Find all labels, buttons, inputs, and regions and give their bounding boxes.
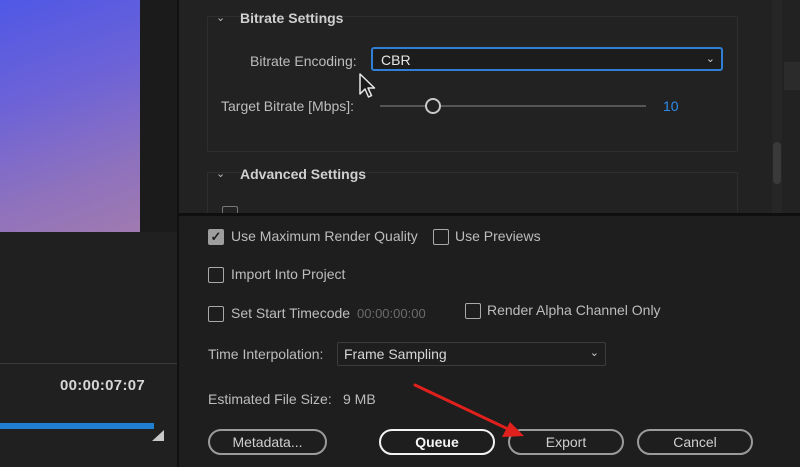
start-timecode-field: 00:00:00:00 [357, 306, 426, 321]
metadata-button[interactable]: Metadata... [208, 429, 327, 455]
bitrate-settings-group [207, 16, 738, 152]
import-into-project-label[interactable]: Import Into Project [231, 266, 345, 282]
target-bitrate-value[interactable]: 10 [663, 98, 679, 114]
use-max-render-quality-label[interactable]: Use Maximum Render Quality [231, 228, 418, 244]
bitrate-encoding-value: CBR [381, 52, 411, 68]
scrollbar-thumb[interactable] [773, 142, 781, 184]
time-interpolation-select[interactable]: Frame Sampling ⌄ [337, 342, 606, 366]
bitrate-settings-heading[interactable]: Bitrate Settings [240, 10, 343, 26]
video-preview [0, 0, 140, 232]
bitrate-encoding-label: Bitrate Encoding: [250, 53, 357, 69]
time-interpolation-label: Time Interpolation: [208, 346, 324, 362]
chevron-down-icon[interactable]: ⌄ [216, 11, 225, 24]
chevron-down-icon[interactable]: ⌄ [216, 167, 225, 180]
render-alpha-only-checkbox[interactable] [465, 303, 481, 319]
advanced-settings-heading[interactable]: Advanced Settings [240, 166, 366, 182]
current-timecode: 00:00:07:07 [60, 377, 146, 394]
mouse-cursor-icon [359, 73, 376, 98]
use-previews-checkbox[interactable] [433, 229, 449, 245]
panel-edge [784, 62, 800, 90]
target-bitrate-label: Target Bitrate [Mbps]: [221, 98, 355, 114]
divider [0, 363, 177, 364]
timeline-area [0, 232, 177, 467]
estimated-file-size-value: 9 MB [343, 391, 376, 407]
cancel-button[interactable]: Cancel [637, 429, 753, 455]
timeline-range-bar[interactable] [0, 423, 154, 429]
set-start-timecode-checkbox[interactable] [208, 306, 224, 322]
chevron-down-icon: ⌄ [705, 53, 715, 65]
use-max-render-quality-checkbox[interactable]: ✓ [208, 229, 224, 245]
estimated-file-size-label: Estimated File Size: [208, 391, 332, 407]
set-start-timecode-label[interactable]: Set Start Timecode [231, 305, 350, 321]
use-previews-label[interactable]: Use Previews [455, 228, 541, 244]
annotation-arrow-icon [413, 383, 524, 437]
target-bitrate-slider[interactable] [380, 105, 646, 107]
time-interpolation-value: Frame Sampling [344, 346, 447, 362]
render-alpha-only-label[interactable]: Render Alpha Channel Only [487, 302, 661, 318]
preview-margin [140, 0, 177, 232]
import-into-project-checkbox[interactable] [208, 267, 224, 283]
bitrate-encoding-select[interactable]: CBR ⌄ [371, 47, 723, 71]
playhead-marker[interactable] [152, 430, 164, 441]
chevron-down-icon: ⌄ [589, 347, 599, 359]
